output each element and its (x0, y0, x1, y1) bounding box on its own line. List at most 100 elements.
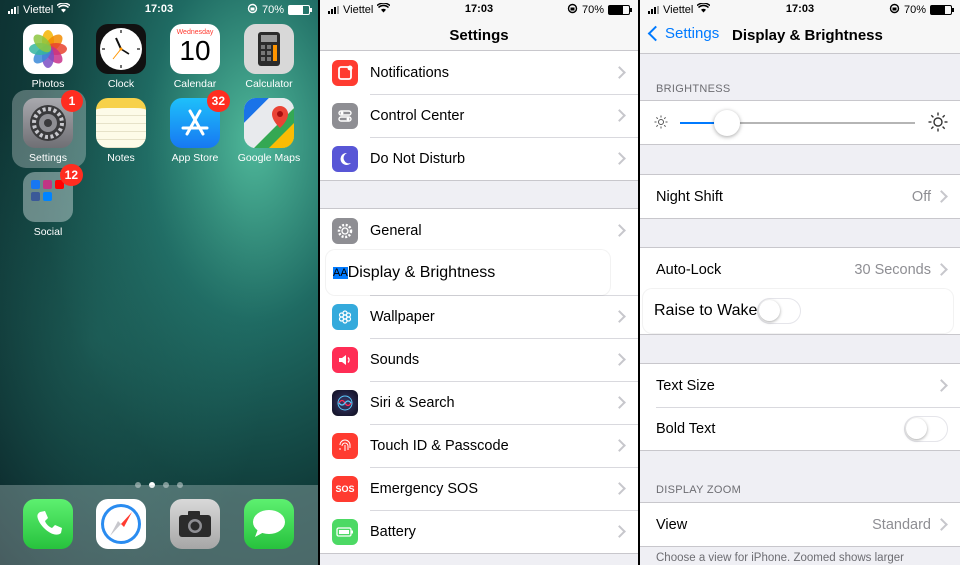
row-label: Bold Text (656, 420, 716, 437)
row-label: Text Size (656, 377, 715, 394)
status-bar: Viettel 17:03 70% (640, 0, 960, 18)
chevron-right-icon (935, 263, 948, 276)
app-label: Calendar (173, 78, 217, 90)
row-value: 30 Seconds (854, 261, 931, 278)
chevron-right-icon (613, 482, 626, 495)
night-shift-row[interactable]: Night Shift Off (640, 175, 960, 218)
app-label: Clock (107, 78, 135, 90)
brightness-slider[interactable] (680, 110, 915, 136)
battery-icon (288, 5, 312, 15)
photos-app[interactable]: Photos (16, 24, 80, 90)
app-store-app[interactable]: 32 App Store (163, 90, 230, 164)
notification-badge: 12 (59, 164, 83, 186)
chevron-right-icon (613, 439, 626, 452)
calculator-app[interactable]: Calculator (237, 24, 301, 90)
settings-screen: Viettel 17:03 70% Settings Notifications (320, 0, 638, 565)
calendar-app[interactable]: Wednesday 10 Calendar (163, 24, 227, 90)
messages-app[interactable] (237, 499, 301, 549)
google-maps-icon (244, 98, 294, 148)
chevron-right-icon (613, 224, 626, 237)
google-maps-app[interactable]: Google Maps (237, 98, 301, 164)
app-label: Notes (107, 152, 135, 164)
phone-app[interactable] (16, 499, 80, 549)
brightness-header: BRIGHTNESS (656, 83, 731, 95)
battery-icon (930, 5, 954, 15)
status-bar: Viettel 17:03 70% (320, 0, 638, 18)
night-shift-group: Night Shift Off (640, 174, 960, 219)
notifications-icon (332, 59, 358, 86)
bold-text-row[interactable]: Bold Text (640, 407, 960, 450)
camera-app[interactable] (163, 499, 227, 549)
row-label: Wallpaper (370, 308, 435, 325)
fingerprint-icon (332, 432, 358, 459)
moon-icon (332, 145, 358, 172)
settings-row-general[interactable]: General (320, 209, 638, 252)
row-label: Do Not Disturb (370, 150, 466, 167)
display-aa-icon: AA (333, 266, 348, 279)
row-label: Siri & Search (370, 394, 455, 411)
text-size-row[interactable]: Text Size (640, 364, 960, 407)
chevron-right-icon (613, 152, 626, 165)
notes-icon (96, 98, 146, 148)
row-label: Raise to Wake (654, 302, 758, 319)
row-label: Night Shift (656, 188, 723, 205)
app-label: Settings (29, 152, 67, 164)
clock-app[interactable]: Clock (89, 24, 153, 90)
app-label: Calculator (245, 78, 293, 90)
chevron-right-icon (613, 66, 626, 79)
app-label: App Store (171, 152, 219, 164)
sun-large-icon (928, 112, 948, 137)
chevron-right-icon (613, 310, 626, 323)
notes-app[interactable]: Notes (89, 98, 153, 164)
row-label: Control Center (370, 107, 465, 124)
app-label: Google Maps (237, 152, 301, 164)
orientation-lock-icon (889, 3, 900, 17)
raise-to-wake-toggle[interactable] (757, 298, 802, 324)
settings-row-do-not-disturb[interactable]: Do Not Disturb (320, 137, 638, 180)
row-label: View (656, 516, 688, 533)
settings-row-touch-id[interactable]: Touch ID & Passcode (320, 424, 638, 467)
display-zoom-footer: Choose a view for iPhone. Zoomed shows l… (656, 552, 905, 564)
settings-gear-icon: 1 (23, 90, 83, 148)
bold-text-toggle[interactable] (904, 415, 948, 442)
wallpaper-icon (332, 303, 358, 330)
back-button[interactable]: Settings (647, 25, 719, 42)
view-row[interactable]: View Standard (640, 503, 960, 546)
row-label: Sounds (370, 351, 420, 368)
display-zoom-header: DISPLAY ZOOM (656, 484, 742, 496)
settings-row-siri-search[interactable]: Siri & Search (320, 381, 638, 424)
row-value: Standard (872, 516, 931, 533)
sos-icon: SOS (332, 475, 358, 502)
orientation-lock-icon (567, 3, 578, 17)
settings-row-battery[interactable]: Battery (320, 510, 638, 553)
page-title: Settings (449, 27, 509, 44)
app-label: Social (33, 226, 63, 238)
auto-lock-row[interactable]: Auto-Lock 30 Seconds (640, 248, 960, 291)
text-group: Text Size Bold Text (640, 363, 960, 451)
battery-icon (608, 5, 632, 15)
calendar-day: 10 (179, 35, 211, 66)
speaker-icon (332, 346, 358, 373)
settings-row-display-brightness[interactable]: AA Display & Brightness (326, 250, 610, 295)
messages-icon (244, 499, 294, 549)
raise-to-wake-row[interactable]: Raise to Wake (643, 289, 953, 333)
chevron-right-icon (935, 379, 948, 392)
chevron-left-icon (647, 25, 664, 42)
settings-row-control-center[interactable]: Control Center (320, 94, 638, 137)
brightness-thumb[interactable] (714, 110, 740, 136)
zoom-group: View Standard (640, 502, 960, 547)
settings-row-emergency-sos[interactable]: SOS Emergency SOS (320, 467, 638, 510)
settings-app[interactable]: 1 Settings (16, 90, 83, 164)
settings-row-sounds[interactable]: Sounds (320, 338, 638, 381)
settings-row-notifications[interactable]: Notifications (320, 51, 638, 94)
settings-row-wallpaper[interactable]: Wallpaper (320, 295, 638, 338)
status-bar: Viettel 17:03 70% (0, 0, 318, 18)
row-label: Display & Brightness (347, 263, 496, 281)
gear-icon (332, 217, 358, 244)
phone-icon (23, 499, 73, 549)
folder-icon: 12 (23, 164, 83, 222)
calculator-icon (244, 24, 294, 74)
social-folder[interactable]: 12 Social (16, 164, 83, 238)
safari-app[interactable] (89, 499, 153, 549)
siri-icon (332, 389, 358, 416)
